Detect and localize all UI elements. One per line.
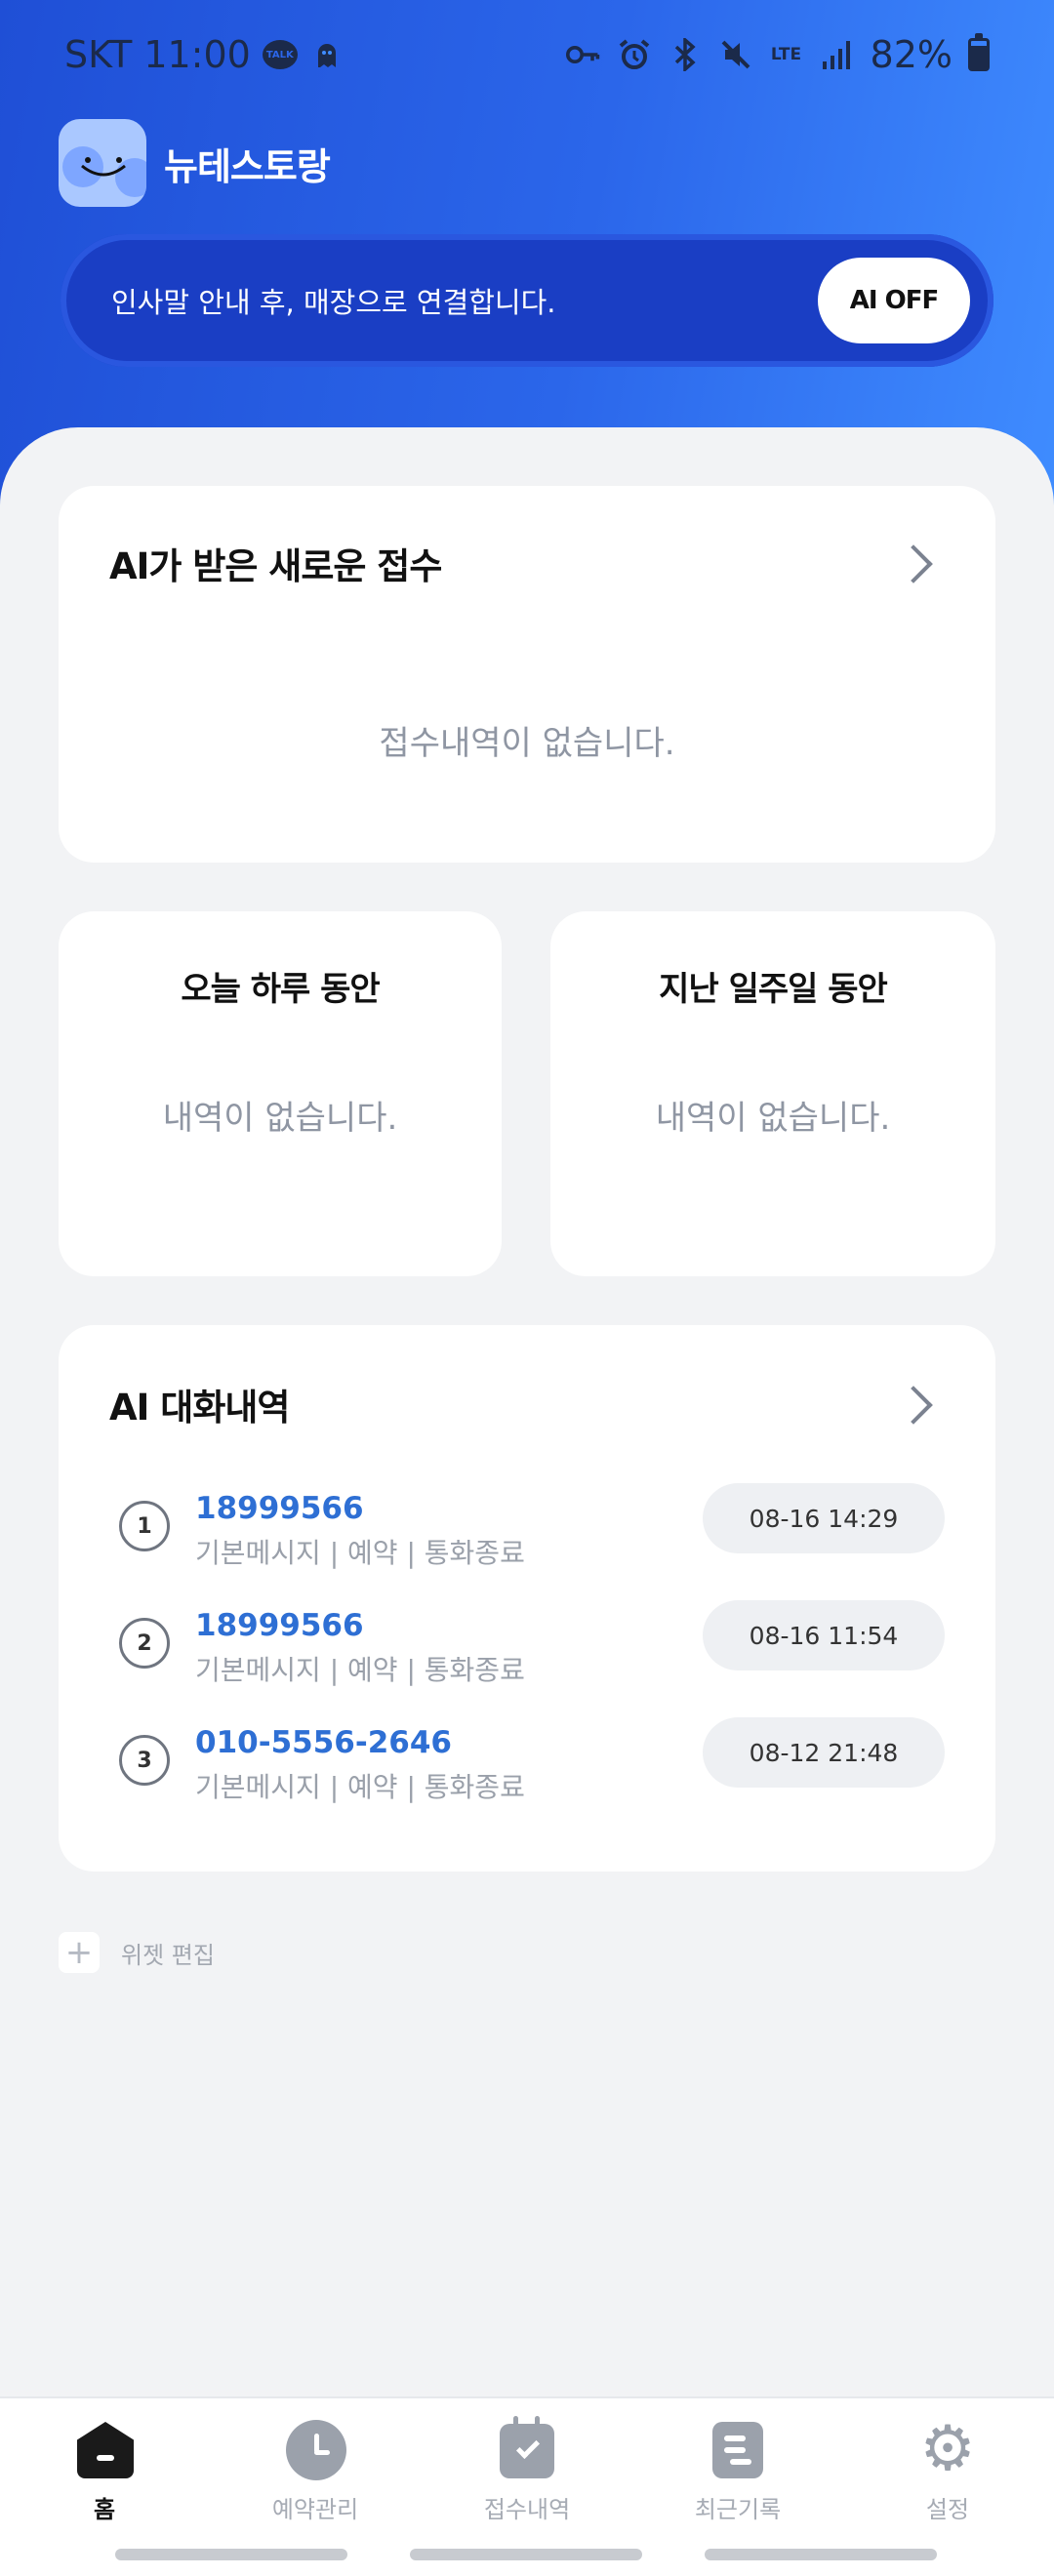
conversation-time: 08-16 14:29 (703, 1483, 945, 1553)
tab-home[interactable]: 홈 (26, 2418, 182, 2535)
document-icon (707, 2418, 769, 2480)
carrier-label: SKT (64, 33, 133, 76)
alarm-icon (617, 37, 652, 72)
ai-conversations-title: AI 대화내역 (109, 1387, 290, 1429)
ai-conversations-card: AI 대화내역 1 18999566 기본메시지 | 예약 | 통화종료 08-… (59, 1325, 995, 1872)
calendar-check-icon (496, 2416, 558, 2480)
clock-time: 11:00 (143, 33, 251, 76)
bluetooth-icon (668, 37, 703, 72)
battery-icon (968, 33, 990, 71)
system-nav-home[interactable] (410, 2549, 642, 2560)
battery-percent: 82% (870, 33, 953, 76)
rank-badge: 2 (119, 1618, 170, 1669)
week-stats-empty-text: 내역이 없습니다. (655, 1099, 891, 1138)
widget-edit-label: 위젯 편집 (121, 1941, 215, 1969)
mute-icon (718, 37, 753, 72)
app-name: 뉴테스토랑 (164, 144, 331, 188)
tab-label: 설정 (925, 2496, 970, 2523)
tab-recent[interactable]: 최근기록 (660, 2418, 816, 2535)
tab-reservations[interactable]: 예약관리 (237, 2418, 393, 2535)
caller-number[interactable]: 010-5556-2646 (195, 1725, 452, 1760)
today-stats-card[interactable]: 오늘 하루 동안 내역이 없습니다. (59, 911, 502, 1276)
conversation-meta: 기본메시지 | 예약 | 통화종료 (195, 1537, 525, 1569)
conversation-row[interactable]: 1 18999566 기본메시지 | 예약 | 통화종료 08-16 14:29 (59, 1483, 945, 1594)
caller-number[interactable]: 18999566 (195, 1491, 364, 1526)
tab-label: 접수내역 (483, 2496, 571, 2523)
conversation-meta: 기본메시지 | 예약 | 통화종료 (195, 1771, 525, 1803)
today-stats-title: 오늘 하루 동안 (181, 970, 380, 1009)
clock-icon (284, 2418, 346, 2480)
signal-icon (820, 37, 855, 72)
tab-settings[interactable]: ⚙ 설정 (870, 2418, 1026, 2535)
notification-ghost-icon (309, 37, 345, 72)
system-nav-recents[interactable] (115, 2549, 347, 2560)
rank-badge: 1 (119, 1501, 170, 1551)
app-brand: 뉴테스토랑 (59, 119, 331, 207)
week-stats-title: 지난 일주일 동안 (659, 970, 888, 1009)
status-bar: SKT 11:00 TALK LTE 82% (0, 0, 1054, 113)
conversation-time: 08-16 11:54 (703, 1600, 945, 1670)
tab-requests[interactable]: 접수내역 (449, 2416, 605, 2535)
widget-edit-button[interactable]: + 위젯 편집 (59, 1932, 215, 1973)
vpn-key-icon (565, 37, 601, 72)
week-stats-card[interactable]: 지난 일주일 동안 내역이 없습니다. (550, 911, 995, 1276)
tab-label: 최근기록 (694, 2496, 782, 2523)
tab-label: 예약관리 (271, 2496, 359, 2523)
new-requests-card[interactable]: AI가 받은 새로운 접수 접수내역이 없습니다. (59, 486, 995, 863)
plus-icon: + (59, 1932, 100, 1973)
banner-text: 인사말 안내 후, 매장으로 연결합니다. (111, 286, 556, 319)
app-logo (59, 119, 146, 207)
ai-off-toggle-button[interactable]: AI OFF (818, 258, 970, 343)
rank-badge: 3 (119, 1735, 170, 1786)
new-requests-title: AI가 받은 새로운 접수 (109, 545, 442, 587)
conversation-meta: 기본메시지 | 예약 | 통화종료 (195, 1654, 525, 1686)
tab-label: 홈 (93, 2496, 116, 2523)
chevron-right-icon[interactable] (894, 544, 933, 584)
lte-icon: LTE (770, 44, 802, 64)
kakaotalk-icon: TALK (262, 37, 298, 72)
new-requests-empty-text: 접수내역이 없습니다. (379, 724, 675, 763)
ai-status-banner: 인사말 안내 후, 매장으로 연결합니다. AI OFF (61, 234, 993, 367)
system-nav-back[interactable] (705, 2549, 937, 2560)
caller-number[interactable]: 18999566 (195, 1608, 364, 1643)
conversation-row[interactable]: 3 010-5556-2646 기본메시지 | 예약 | 통화종료 08-12 … (59, 1717, 945, 1829)
chevron-right-icon[interactable] (894, 1386, 933, 1425)
today-stats-empty-text: 내역이 없습니다. (162, 1099, 398, 1138)
home-icon (73, 2418, 136, 2480)
conversation-row[interactable]: 2 18999566 기본메시지 | 예약 | 통화종료 08-16 11:54 (59, 1600, 945, 1711)
gear-icon: ⚙ (919, 2413, 976, 2485)
conversation-time: 08-12 21:48 (703, 1717, 945, 1788)
